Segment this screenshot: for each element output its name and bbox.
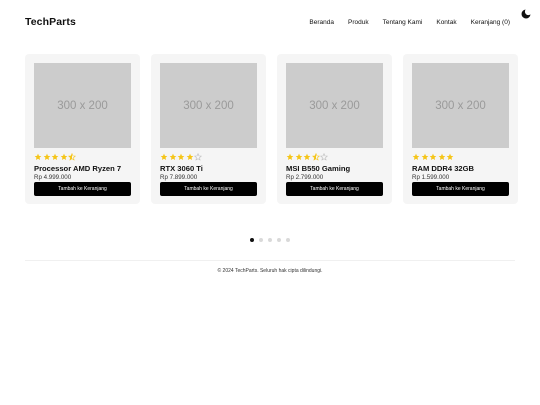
star-full-icon: [421, 153, 428, 160]
footer-divider: [25, 260, 515, 261]
star-full-icon: [43, 153, 50, 160]
star-full-icon: [429, 153, 437, 160]
star-rating: [412, 152, 509, 162]
nav-link-kontak[interactable]: Kontak: [436, 19, 456, 26]
star-full-icon: [34, 153, 42, 160]
star-half-icon: [311, 153, 320, 161]
product-card: 300 x 200 Processor AMD Ryzen 7 Rp 4.999…: [25, 54, 140, 204]
pagination-dot[interactable]: [259, 238, 263, 242]
nav-link-beranda[interactable]: Beranda: [309, 19, 334, 26]
add-to-cart-button[interactable]: Tambah ke Keranjang: [160, 182, 257, 197]
star-full-icon: [186, 153, 193, 160]
site-header: TechParts Beranda Produk Tentang Kami Ko…: [25, 12, 515, 32]
add-to-cart-button[interactable]: Tambah ke Keranjang: [34, 182, 131, 197]
star-full-icon: [160, 153, 168, 160]
product-name: RTX 3060 Ti: [160, 164, 203, 173]
product-card: 300 x 200 RAM DDR4 32GB Rp 1.599.000 Tam…: [403, 54, 518, 204]
product-carousel: 300 x 200 Processor AMD Ryzen 7 Rp 4.999…: [25, 54, 540, 206]
star-full-icon: [303, 153, 311, 160]
product-price: Rp 1.599.000: [412, 173, 450, 181]
product-card: 300 x 200 RTX 3060 Ti Rp 7.899.000 Tamba…: [151, 54, 266, 204]
add-to-cart-button[interactable]: Tambah ke Keranjang: [286, 182, 383, 197]
product-name: Processor AMD Ryzen 7: [34, 164, 122, 173]
nav-link-produk[interactable]: Produk: [348, 19, 369, 26]
brand-logo[interactable]: TechParts: [25, 16, 76, 28]
product-track: 300 x 200 Processor AMD Ryzen 7 Rp 4.999…: [25, 54, 540, 204]
theme-toggle-button[interactable]: [519, 7, 533, 21]
image-placeholder-text: 300 x 200: [183, 99, 234, 112]
star-full-icon: [60, 153, 67, 160]
product-price: Rp 4.999.000: [34, 173, 72, 181]
image-placeholder-text: 300 x 200: [309, 99, 360, 112]
star-full-icon: [169, 153, 176, 160]
product-image: 300 x 200: [286, 63, 383, 148]
add-to-cart-button[interactable]: Tambah ke Keranjang: [412, 182, 509, 197]
star-full-icon: [51, 153, 59, 160]
product-name: RAM DDR4 32GB: [412, 164, 475, 173]
pagination-dot[interactable]: [250, 238, 254, 242]
product-image: 300 x 200: [412, 63, 509, 148]
carousel-pagination: [0, 238, 540, 242]
star-rating: [34, 152, 131, 162]
product-image: 300 x 200: [34, 63, 131, 148]
nav-link-keranjang[interactable]: Keranjang (0): [471, 19, 510, 26]
star-full-icon: [295, 153, 302, 160]
star-full-icon: [412, 153, 420, 160]
site-footer: © 2024 TechParts. Seluruh hak cipta dili…: [0, 268, 540, 274]
star-full-icon: [177, 153, 185, 160]
pagination-dot[interactable]: [268, 238, 272, 242]
main-nav: Beranda Produk Tentang Kami Kontak Keran…: [309, 19, 515, 26]
image-placeholder-text: 300 x 200: [57, 99, 108, 112]
product-image: 300 x 200: [160, 63, 257, 148]
star-rating: [160, 152, 257, 162]
star-half-icon: [68, 153, 76, 161]
star-full-icon: [286, 153, 294, 160]
moon-icon: [521, 9, 531, 19]
star-full-icon: [446, 153, 454, 160]
product-name: MSI B550 Gaming: [286, 164, 351, 173]
pagination-dot[interactable]: [286, 238, 290, 242]
product-card: 300 x 200 MSI B550 Gaming Rp 2.799.000 T…: [277, 54, 392, 204]
copyright-text: © 2024 TechParts. Seluruh hak cipta dili…: [217, 268, 323, 274]
star-empty-icon: [320, 153, 328, 161]
nav-link-tentang-kami[interactable]: Tentang Kami: [383, 19, 423, 26]
star-full-icon: [438, 153, 445, 160]
pagination-dot[interactable]: [277, 238, 281, 242]
star-empty-icon: [194, 153, 202, 161]
image-placeholder-text: 300 x 200: [435, 99, 486, 112]
product-price: Rp 7.899.000: [160, 173, 198, 181]
product-price: Rp 2.799.000: [286, 173, 324, 181]
star-rating: [286, 152, 383, 162]
